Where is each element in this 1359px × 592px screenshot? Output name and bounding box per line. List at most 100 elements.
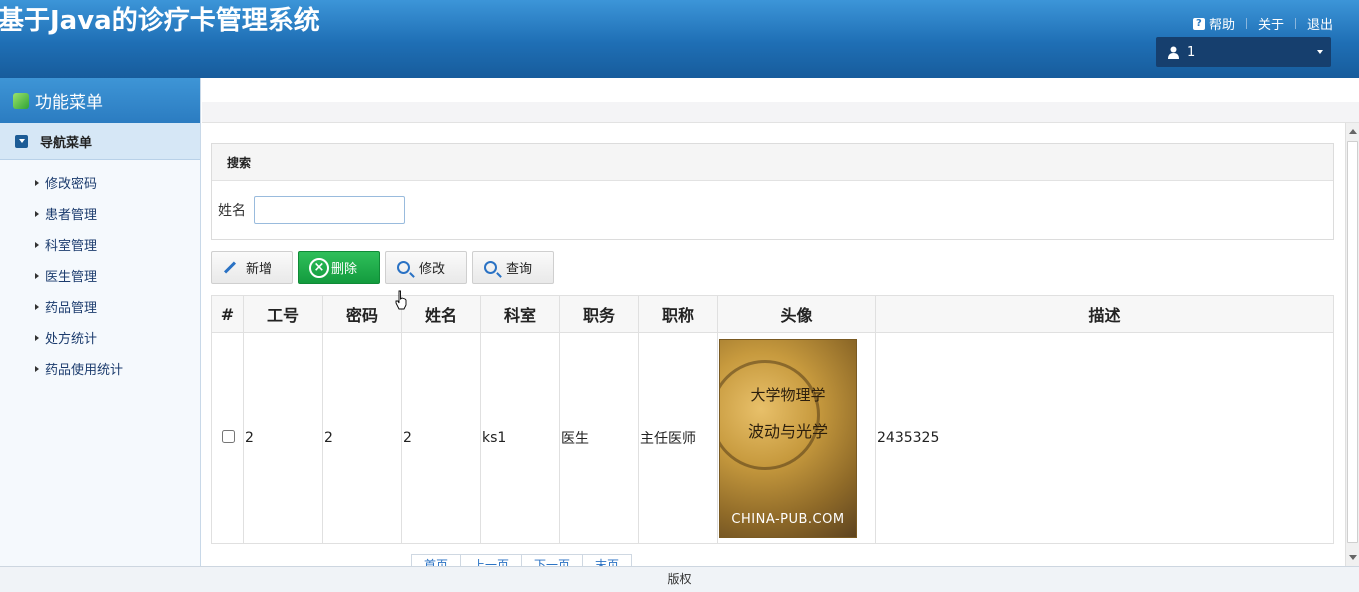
- hand-cursor-icon: [395, 290, 407, 310]
- scroll-thumb[interactable]: [1347, 141, 1358, 543]
- nav-group-label: 导航菜单: [40, 135, 93, 151]
- edit-label: 修改: [419, 262, 446, 277]
- caret-right-icon: [35, 365, 39, 372]
- table-row[interactable]: 2 2 2 ks1 医生 主任医师 大学物理学 波动与光学 CHINA-PUB.…: [211, 332, 1334, 544]
- sidebar: 功能菜单 导航菜单 修改密码 患者管理 科室管理 医生管理 药品管理 处方统计 …: [0, 78, 201, 566]
- cover-title: 大学物理学: [750, 385, 826, 404]
- toolbar: 新增 × 删除 修改 查询: [211, 251, 559, 284]
- divider: [1245, 18, 1247, 29]
- name-search-input[interactable]: [254, 196, 405, 224]
- caret-right-icon: [35, 241, 39, 248]
- caret-right-icon: [35, 272, 39, 279]
- tab-bar: [202, 102, 1359, 123]
- divider: [1294, 18, 1296, 29]
- antenna-graphic: [720, 359, 820, 470]
- cell-dept: ks1: [480, 332, 560, 544]
- footer: 版权: [0, 566, 1359, 592]
- column-header: 密码: [322, 295, 402, 333]
- pencil-icon: [223, 261, 237, 274]
- column-header: 描述: [875, 295, 1334, 333]
- column-header: 科室: [480, 295, 560, 333]
- sidebar-item-label: 药品管理: [45, 301, 98, 316]
- cover-subtitle: 波动与光学: [747, 421, 828, 441]
- avatar-image: 大学物理学 波动与光学 CHINA-PUB.COM: [719, 338, 857, 538]
- pagination: 首页 上一页 下一页 末页: [411, 554, 633, 566]
- row-checkbox-cell: [211, 332, 244, 544]
- sidebar-item-label: 医生管理: [45, 270, 98, 285]
- search-icon: [484, 261, 497, 274]
- column-header: 工号: [243, 295, 323, 333]
- first-page-button[interactable]: 首页: [411, 554, 461, 566]
- column-header: 职称: [638, 295, 718, 333]
- last-page-button[interactable]: 末页: [582, 554, 633, 566]
- cell-name: 2: [401, 332, 481, 544]
- scroll-down-icon[interactable]: [1349, 555, 1357, 560]
- row-checkbox[interactable]: [221, 429, 235, 443]
- user-name: 1: [1187, 44, 1196, 60]
- sidebar-item-patients[interactable]: 患者管理: [0, 198, 200, 229]
- app-title: 基于Java的诊疗卡管理系统: [0, 6, 320, 36]
- sidebar-header: 功能菜单: [0, 78, 200, 123]
- sidebar-item-doctors[interactable]: 医生管理: [0, 260, 200, 291]
- sidebar-item-departments[interactable]: 科室管理: [0, 229, 200, 260]
- cell-position: 医生: [559, 332, 639, 544]
- cell-avatar: 大学物理学 波动与光学 CHINA-PUB.COM: [717, 332, 876, 544]
- about-link[interactable]: 关于: [1258, 14, 1284, 33]
- sidebar-item-drug-usage-stats[interactable]: 药品使用统计: [0, 353, 200, 384]
- sidebar-item-label: 处方统计: [45, 332, 98, 347]
- chevron-down-icon: [1317, 50, 1323, 54]
- query-button[interactable]: 查询: [472, 251, 554, 284]
- nav-list: 修改密码 患者管理 科室管理 医生管理 药品管理 处方统计 药品使用统计: [0, 160, 200, 384]
- user-icon: [1168, 46, 1179, 59]
- doctor-table: # 工号 密码 姓名 科室 职务 职称 头像 描述 2 2 2 ks1 医生 主…: [211, 295, 1334, 544]
- sidebar-item-change-password[interactable]: 修改密码: [0, 167, 200, 198]
- caret-right-icon: [35, 179, 39, 186]
- cell-password: 2: [322, 332, 402, 544]
- collapse-icon: [15, 134, 28, 148]
- content-area: 搜索 姓名 新增 × 删除 修改 查询 # 工号 密码 姓名 科室 职务 职称 头…: [202, 123, 1345, 566]
- sidebar-item-label: 药品使用统计: [45, 363, 124, 378]
- logout-link[interactable]: 退出: [1307, 14, 1333, 33]
- table-header-row: # 工号 密码 姓名 科室 职务 职称 头像 描述: [211, 295, 1334, 333]
- sidebar-item-prescription-stats[interactable]: 处方统计: [0, 322, 200, 353]
- query-label: 查询: [506, 262, 533, 277]
- user-dropdown[interactable]: 1: [1156, 37, 1331, 67]
- cell-title: 主任医师: [638, 332, 718, 544]
- close-circle-icon: ×: [309, 257, 329, 278]
- column-header: 职务: [559, 295, 639, 333]
- nav-group-toggle[interactable]: 导航菜单: [0, 123, 200, 160]
- caret-right-icon: [35, 334, 39, 341]
- cube-icon: [13, 92, 29, 109]
- edit-button[interactable]: 修改: [385, 251, 467, 284]
- search-panel-title: 搜索: [212, 144, 1333, 181]
- search-icon: [397, 261, 410, 274]
- add-button[interactable]: 新增: [211, 251, 293, 284]
- sidebar-item-label: 科室管理: [45, 239, 98, 254]
- help-link[interactable]: ? 帮助: [1192, 14, 1235, 33]
- caret-right-icon: [35, 303, 39, 310]
- cell-id: 2: [243, 332, 323, 544]
- next-page-button[interactable]: 下一页: [521, 554, 583, 566]
- vertical-scrollbar[interactable]: [1345, 123, 1359, 566]
- delete-label: 删除: [331, 262, 358, 277]
- column-header: 头像: [717, 295, 876, 333]
- sidebar-item-label: 患者管理: [45, 208, 98, 223]
- add-label: 新增: [246, 262, 273, 277]
- help-label: 帮助: [1208, 18, 1235, 33]
- app-header: 基于Java的诊疗卡管理系统 ? 帮助 关于 退出 1: [0, 0, 1359, 78]
- name-label: 姓名: [218, 203, 246, 219]
- search-panel: 搜索 姓名: [211, 143, 1334, 240]
- search-row: 姓名: [212, 181, 1333, 239]
- prev-page-button[interactable]: 上一页: [460, 554, 522, 566]
- scroll-up-icon[interactable]: [1349, 129, 1357, 134]
- column-header: 姓名: [401, 295, 481, 333]
- column-header: #: [211, 295, 244, 333]
- cover-watermark: CHINA-PUB.COM: [731, 511, 845, 527]
- sidebar-item-drugs[interactable]: 药品管理: [0, 291, 200, 322]
- cell-desc: 2435325: [875, 332, 1334, 544]
- sidebar-item-label: 修改密码: [45, 177, 98, 192]
- delete-button[interactable]: × 删除: [298, 251, 380, 284]
- caret-right-icon: [35, 210, 39, 217]
- tab-strip: [202, 78, 1359, 123]
- sidebar-title: 功能菜单: [35, 93, 103, 113]
